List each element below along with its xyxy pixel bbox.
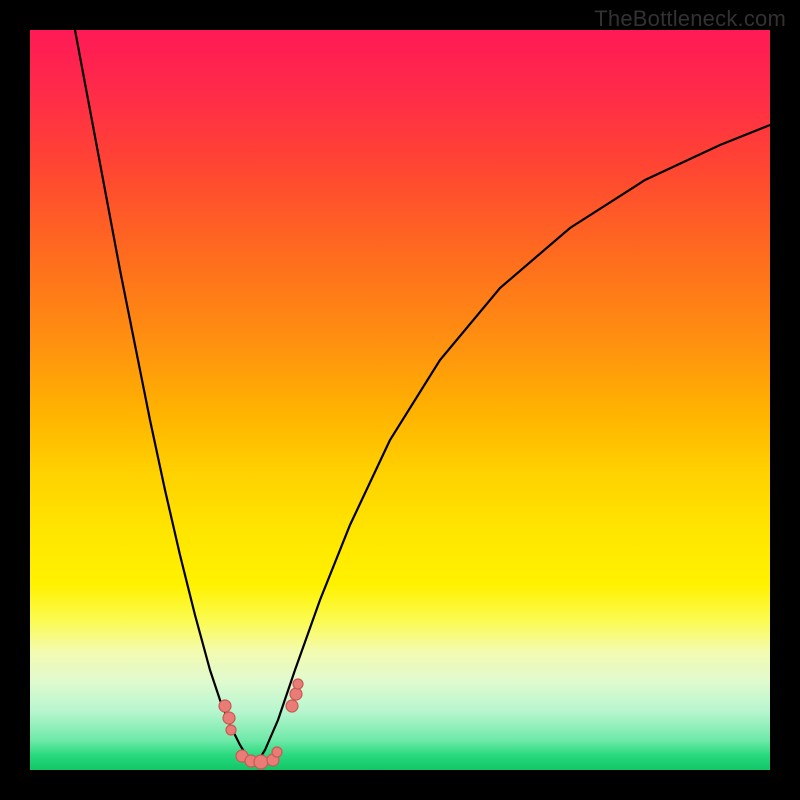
data-bead: [223, 712, 235, 724]
data-bead: [290, 688, 302, 700]
data-bead: [226, 725, 236, 735]
data-bead: [286, 700, 298, 712]
data-bead: [254, 755, 268, 769]
curve-right-branch: [255, 125, 770, 766]
data-bead: [219, 700, 231, 712]
curve-left-branch: [75, 30, 255, 766]
data-beads: [219, 679, 303, 769]
data-bead: [272, 747, 282, 757]
data-bead: [293, 679, 303, 689]
watermark-text: TheBottleneck.com: [594, 6, 786, 32]
plot-area: [30, 30, 770, 770]
bottleneck-curve-svg: [30, 30, 770, 770]
